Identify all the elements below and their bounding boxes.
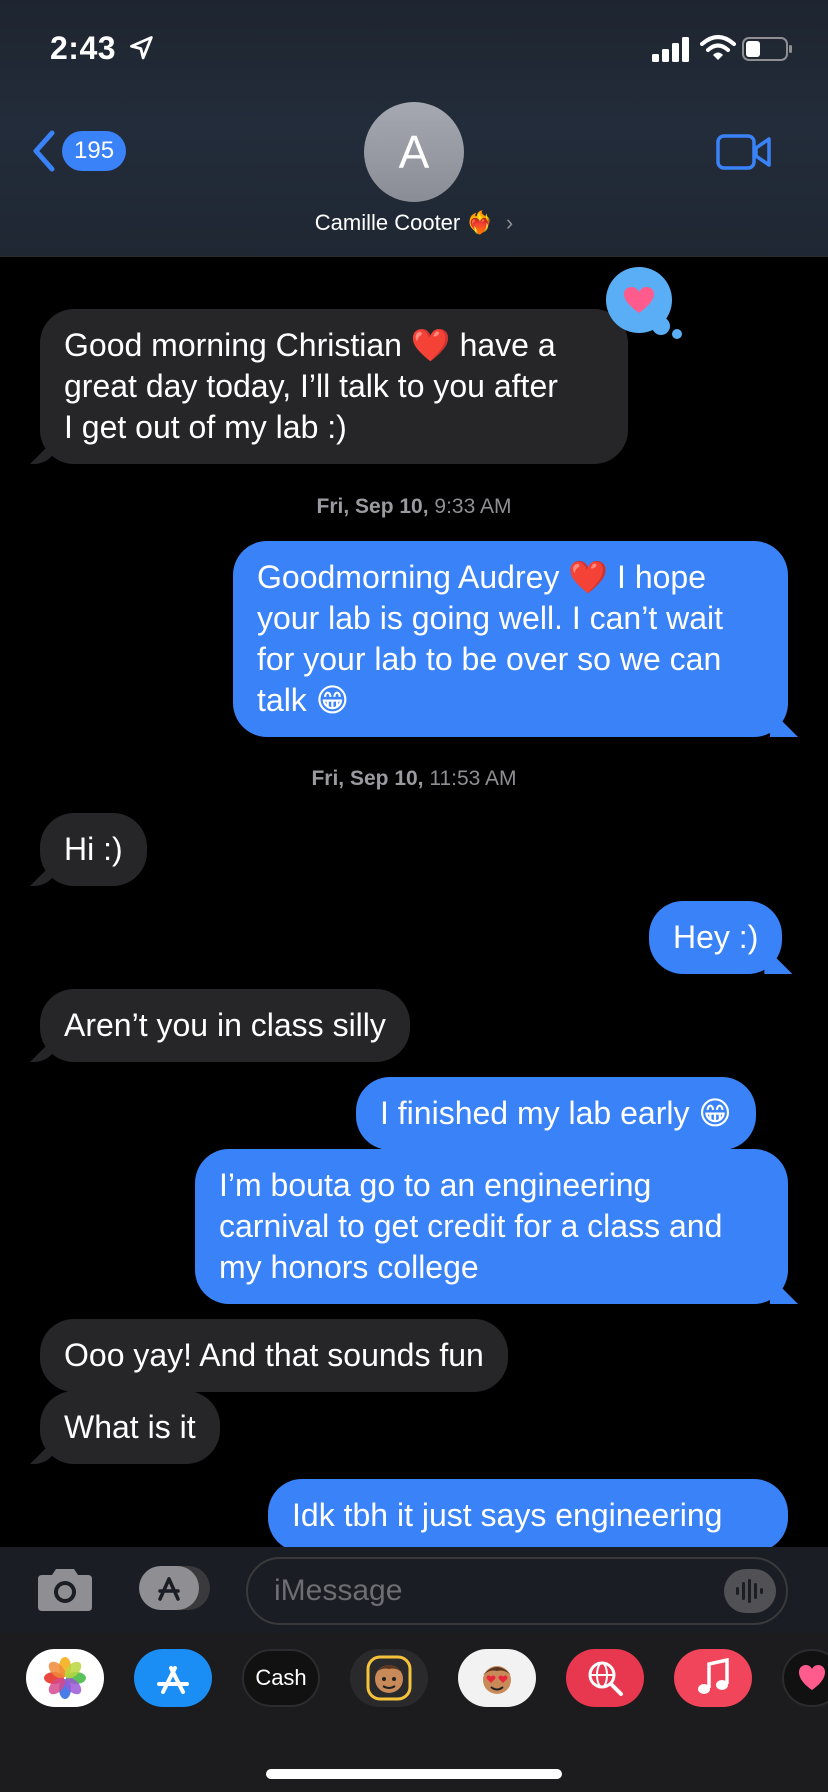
- timestamp-day: Fri, Sep 10,: [316, 495, 429, 518]
- wifi-icon: [700, 35, 736, 60]
- battery-icon: [742, 37, 792, 61]
- memoji-app-icon[interactable]: [350, 1649, 428, 1707]
- chevron-right-icon: ›: [505, 210, 514, 235]
- camera-icon[interactable]: [34, 1565, 96, 1615]
- contact-emoji: ❤️‍🔥: [466, 210, 494, 235]
- memoji-stickers-app-icon[interactable]: [458, 1649, 536, 1707]
- home-indicator[interactable]: [266, 1769, 562, 1779]
- sent-message-bubble[interactable]: Hey :): [649, 901, 783, 974]
- received-message-bubble[interactable]: Good morning Christian ❤️ have a great d…: [40, 309, 628, 464]
- tapback-bubble-dot: [672, 329, 682, 339]
- sent-message-bubble[interactable]: I finished my lab early 😁: [356, 1077, 756, 1150]
- message-timestamp: Fri, Sep 10, 9:33 AM: [0, 495, 828, 519]
- received-message-bubble[interactable]: What is it: [40, 1391, 220, 1464]
- app-store-toggle-icon[interactable]: [138, 1565, 212, 1611]
- chevron-left-icon: [33, 130, 55, 172]
- tapback-bubble-dot: [652, 317, 670, 335]
- apple-cash-app-icon[interactable]: Cash: [242, 1649, 320, 1707]
- timestamp-time: 11:53 AM: [429, 767, 517, 790]
- more-app-icon[interactable]: [782, 1649, 828, 1707]
- heart-icon: [624, 287, 654, 313]
- sent-message-bubble[interactable]: Idk tbh it just says engineering: [268, 1479, 788, 1547]
- conversation-header: 2:43 195 A Camille Cooter ❤️‍🔥 ›: [0, 0, 828, 257]
- apple-cash-label: Cash: [255, 1665, 307, 1690]
- received-message-bubble[interactable]: Aren’t you in class silly: [40, 989, 410, 1062]
- video-camera-icon[interactable]: [716, 132, 772, 172]
- message-timestamp: Fri, Sep 10, 11:53 AM: [0, 767, 828, 791]
- timestamp-day: Fri, Sep 10,: [311, 767, 424, 790]
- imessage-input[interactable]: [246, 1557, 788, 1625]
- sent-message-bubble[interactable]: Goodmorning Audrey ❤️ I hope your lab is…: [233, 541, 788, 737]
- app-store-app-icon[interactable]: [134, 1649, 212, 1707]
- status-time: 2:43: [50, 30, 117, 66]
- audio-record-button[interactable]: [724, 1569, 776, 1613]
- back-button[interactable]: 195: [30, 128, 127, 174]
- received-message-bubble[interactable]: Hi :): [40, 813, 147, 886]
- contact-name-button[interactable]: Camille Cooter ❤️‍🔥 ›: [0, 210, 828, 236]
- avatar-initial: A: [398, 126, 430, 178]
- location-arrow-icon: [130, 36, 153, 60]
- message-input-bar: [0, 1547, 828, 1633]
- photos-app-icon[interactable]: [26, 1649, 104, 1707]
- sent-message-bubble[interactable]: I’m bouta go to an engineering carnival …: [195, 1149, 788, 1304]
- message-thread[interactable]: Good morning Christian ❤️ have a great d…: [0, 257, 828, 1547]
- music-app-icon[interactable]: [674, 1649, 752, 1707]
- waveform-icon: [736, 1579, 763, 1603]
- contact-avatar[interactable]: A: [364, 102, 464, 202]
- unread-count-badge: 195: [62, 131, 127, 171]
- web-images-app-icon[interactable]: [566, 1649, 644, 1707]
- contact-name: Camille Cooter: [314, 210, 461, 235]
- timestamp-time: 9:33 AM: [434, 495, 512, 518]
- cellular-signal-icon: [652, 37, 689, 62]
- received-message-bubble[interactable]: Ooo yay! And that sounds fun: [40, 1319, 508, 1392]
- imessage-app-drawer: Cash: [0, 1633, 828, 1792]
